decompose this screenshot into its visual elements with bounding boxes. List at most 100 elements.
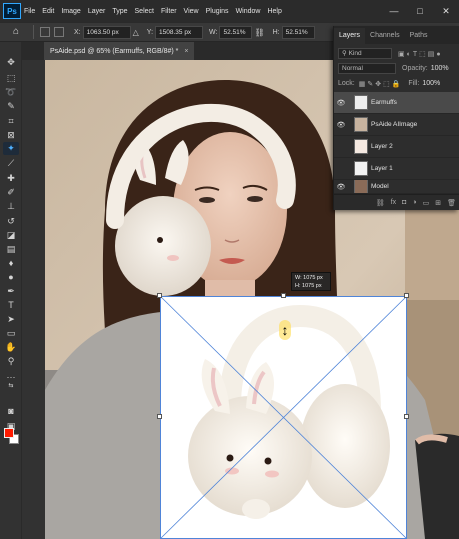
layer-name: PsAide AIImage — [371, 121, 418, 128]
width-scale-input[interactable]: 52.51% — [219, 25, 253, 39]
panel-tabs: Layers Channels Paths — [334, 26, 459, 44]
height-scale-input[interactable]: 52.51% — [281, 25, 315, 39]
new-layer-icon[interactable]: ⊞ — [435, 199, 441, 207]
w-label: W: — [209, 28, 218, 36]
fill-label: Fill: — [408, 80, 420, 87]
menu-filter[interactable]: Filter — [161, 8, 177, 15]
layers-panel: Layers Channels Paths ⚲ Kind ▣◐T⬚▤● Norm… — [333, 26, 459, 210]
link-icon[interactable]: ⛓ — [376, 199, 385, 207]
close-button[interactable]: ✕ — [433, 0, 459, 22]
menu-layer[interactable]: Layer — [88, 8, 106, 15]
mask-icon[interactable]: ◘ — [402, 199, 406, 206]
x-position-input[interactable]: 1063.50 px — [82, 25, 131, 39]
y-position-input[interactable]: 1508.35 px — [155, 25, 204, 39]
reference-point-grid-icon[interactable] — [54, 27, 64, 37]
foreground-color-swatch[interactable] — [4, 428, 14, 438]
eraser-tool-icon[interactable]: ◪ — [3, 229, 19, 242]
document-tab[interactable]: PsAide.psd @ 65% (Earmuffs, RGB/8#) * × — [44, 42, 195, 60]
blur-tool-icon[interactable]: ♦ — [3, 257, 19, 270]
layer-row-model[interactable]: 👁 Model — [334, 180, 459, 194]
h-label: H: — [272, 28, 280, 36]
rectangle-tool-icon[interactable]: ▭ — [3, 327, 19, 340]
menu-items: File Edit Image Layer Type Select Filter… — [24, 8, 289, 15]
tooltip-width: W: 1075 px — [295, 275, 323, 281]
transform-handle-top-center[interactable] — [281, 293, 286, 298]
transform-size-tooltip: W: 1075 px H: 1075 px — [291, 272, 331, 291]
layer-name: Layer 2 — [371, 143, 393, 150]
history-brush-tool-icon[interactable]: ↺ — [3, 215, 19, 228]
transform-handle-left-center[interactable] — [157, 414, 162, 419]
transform-handle-right-center[interactable] — [404, 414, 409, 419]
visibility-eye-icon[interactable]: 👁 — [334, 121, 348, 129]
menu-bar: Ps File Edit Image Layer Type Select Fil… — [0, 0, 459, 22]
menu-window[interactable]: Window — [236, 8, 261, 15]
lock-row: Lock: ▦✎✥⬚🔒 Fill: 100% — [334, 76, 459, 91]
trash-icon[interactable]: 🗑 — [447, 199, 456, 207]
layer-filter-kind[interactable]: ⚲ Kind — [338, 48, 392, 59]
minimize-button[interactable]: — — [381, 0, 407, 22]
quick-selection-tool-icon[interactable]: ✎ — [3, 100, 19, 113]
layer-name: Model — [371, 183, 389, 190]
menu-edit[interactable]: Edit — [42, 8, 54, 15]
y-label: Y: — [146, 28, 154, 36]
layer-row-layer-2[interactable]: Layer 2 — [334, 136, 459, 158]
type-tool-icon[interactable]: T — [3, 299, 19, 312]
group-icon[interactable]: ▭ — [423, 199, 430, 207]
transform-handle-top-right[interactable] — [404, 293, 409, 298]
menu-plugins[interactable]: Plugins — [206, 8, 229, 15]
tab-paths[interactable]: Paths — [405, 28, 433, 44]
move-tool-icon[interactable]: ✥ — [3, 56, 19, 69]
window-controls: — □ ✕ — [381, 0, 459, 22]
maximize-button[interactable]: □ — [407, 0, 433, 22]
visibility-eye-icon[interactable]: 👁 — [334, 183, 348, 191]
frame-tool-icon[interactable]: ⊠ — [3, 129, 19, 142]
layer-thumbnail — [354, 161, 368, 176]
eyedropper-tool-icon[interactable]: ⟋ — [3, 157, 19, 170]
delta-icon[interactable]: △ — [133, 28, 139, 37]
swap-colors-icon[interactable]: ⇆ — [3, 380, 19, 393]
close-tab-icon[interactable]: × — [184, 48, 188, 55]
crop-tool-icon[interactable]: ⌗ — [3, 115, 19, 128]
layer-thumbnail — [354, 95, 368, 110]
blend-mode-select[interactable]: Normal — [338, 63, 396, 74]
home-icon[interactable]: ⌂ — [9, 25, 23, 39]
lasso-tool-icon[interactable]: ➰ — [3, 86, 19, 99]
adjustment-icon[interactable]: ◑ — [412, 199, 416, 206]
visibility-eye-icon[interactable]: 👁 — [334, 99, 348, 107]
zoom-tool-icon[interactable]: ⚲ — [3, 355, 19, 368]
menu-select[interactable]: Select — [135, 8, 154, 15]
reference-point-toggle[interactable] — [40, 27, 50, 37]
layer-row-layer-1[interactable]: Layer 1 — [334, 158, 459, 180]
opacity-label: Opacity: — [402, 65, 428, 72]
ai-tool-icon[interactable]: ✦ — [3, 142, 19, 155]
hand-tool-icon[interactable]: ✋ — [3, 341, 19, 354]
quick-mask-icon[interactable]: ◙ — [3, 405, 19, 418]
pen-tool-icon[interactable]: ✒ — [3, 285, 19, 298]
link-proportions-icon[interactable]: ⛓ — [254, 28, 264, 37]
fill-value[interactable]: 100% — [422, 80, 440, 87]
menu-type[interactable]: Type — [112, 8, 127, 15]
transform-handle-top-left[interactable] — [157, 293, 162, 298]
menu-file[interactable]: File — [24, 8, 35, 15]
clone-stamp-tool-icon[interactable]: ⊥ — [3, 200, 19, 213]
filter-icons[interactable]: ▣◐T⬚▤● — [398, 50, 443, 58]
marquee-tool-icon[interactable]: ⬚ — [3, 72, 19, 85]
dodge-tool-icon[interactable]: ● — [3, 271, 19, 284]
opacity-value[interactable]: 100% — [431, 65, 449, 72]
menu-help[interactable]: Help — [267, 8, 281, 15]
tab-layers[interactable]: Layers — [334, 28, 366, 44]
healing-brush-tool-icon[interactable]: ✚ — [3, 172, 19, 185]
lock-icons[interactable]: ▦✎✥⬚🔒 — [359, 80, 403, 88]
path-selection-tool-icon[interactable]: ➤ — [3, 313, 19, 326]
gradient-tool-icon[interactable]: ▤ — [3, 243, 19, 256]
menu-view[interactable]: View — [184, 8, 199, 15]
layer-row-psaide-aiimage[interactable]: 👁 PsAide AIImage — [334, 114, 459, 136]
layer-row-earmuffs[interactable]: 👁 Earmuffs — [334, 92, 459, 114]
search-icon: ⚲ — [342, 50, 349, 57]
menu-image[interactable]: Image — [61, 8, 80, 15]
layer-thumbnail — [354, 117, 368, 132]
tab-channels[interactable]: Channels — [365, 28, 405, 44]
layer-thumbnail — [354, 180, 368, 193]
fx-icon[interactable]: fx — [391, 199, 396, 206]
brush-tool-icon[interactable]: ✐ — [3, 186, 19, 199]
